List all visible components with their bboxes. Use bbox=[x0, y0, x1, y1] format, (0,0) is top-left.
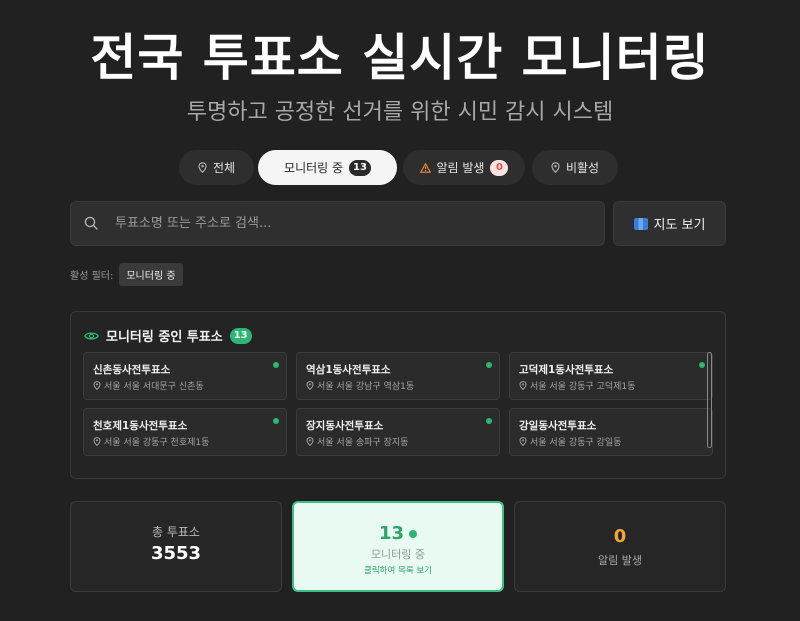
station-address-row: 서울 서울 강동구 강일동 bbox=[519, 435, 621, 448]
stat-label: 알림 발생 bbox=[598, 554, 642, 567]
station-address-row: 서울 서울 강남구 역삼1동 bbox=[306, 379, 414, 392]
status-dot bbox=[486, 362, 492, 368]
map-view-button[interactable]: 지도 보기 bbox=[613, 201, 726, 246]
status-dot bbox=[273, 362, 279, 368]
alerts-stat: 0 알림 발생 bbox=[514, 501, 726, 592]
station-address: 서울 서울 송파구 장지동 bbox=[317, 438, 409, 448]
station-card[interactable]: 장지동사전투표소 서울 서울 송파구 장지동 bbox=[296, 408, 500, 456]
pin-icon bbox=[198, 162, 207, 173]
pin-icon bbox=[93, 381, 101, 390]
tab-monitoring[interactable]: 모니터링 중 13 bbox=[258, 150, 397, 185]
page-subtitle: 투명하고 공정한 선거를 위한 시민 감시 시스템 bbox=[186, 100, 614, 125]
station-address: 서울 서울 강동구 고덕제1동 bbox=[530, 382, 636, 392]
tab-alerts[interactable]: 알림 발생 0 bbox=[403, 150, 525, 185]
station-address-row: 서울 서울 강동구 고덕제1동 bbox=[519, 379, 635, 392]
tab-all[interactable]: 전체 bbox=[179, 150, 254, 185]
eye-icon bbox=[84, 332, 99, 339]
stat-value-row: 13 bbox=[294, 523, 502, 544]
active-filters-label: 활성 필터: bbox=[70, 271, 114, 282]
filter-chip[interactable]: 모니터링 중 bbox=[119, 263, 183, 286]
total-stations-stat: 총 투표소 3553 bbox=[70, 501, 282, 592]
map-view-label: 지도 보기 bbox=[653, 218, 706, 233]
status-tabs: 전체 모니터링 중 13 알림 발생 0 비활성 bbox=[0, 150, 800, 185]
panel-title: 모니터링 중인 투표소 bbox=[106, 330, 223, 345]
panel-header: 모니터링 중인 투표소 13 bbox=[84, 326, 252, 345]
station-card[interactable]: 신촌동사전투표소 서울 서울 서대문구 신촌동 bbox=[83, 352, 287, 400]
active-filters: 활성 필터: 모니터링 중 bbox=[70, 263, 183, 286]
search-input[interactable] bbox=[115, 202, 595, 245]
search-icon bbox=[84, 216, 98, 230]
station-card[interactable]: 강일동사전투표소 서울 서울 강동구 강일동 bbox=[509, 408, 713, 456]
stat-value: 0 bbox=[613, 526, 627, 547]
station-card[interactable]: 고덕제1동사전투표소 서울 서울 강동구 고덕제1동 bbox=[509, 352, 713, 400]
stat-hint: 클릭하여 목록 보기 bbox=[364, 566, 432, 576]
map-icon bbox=[633, 217, 648, 230]
stat-value: 13 bbox=[378, 523, 405, 544]
pin-icon bbox=[519, 381, 527, 390]
count-badge: 13 bbox=[229, 327, 252, 344]
station-name: 강일동사전투표소 bbox=[519, 420, 597, 432]
station-list: 신촌동사전투표소 서울 서울 서대문구 신촌동 역삼1동사전투표소 서울 서울 … bbox=[83, 352, 715, 470]
station-name: 신촌동사전투표소 bbox=[93, 364, 171, 376]
tab-label: 모니터링 중 bbox=[284, 161, 344, 175]
station-address-row: 서울 서울 강동구 천호제1동 bbox=[93, 435, 209, 448]
pin-icon bbox=[551, 162, 560, 173]
stat-label: 모니터링 중 bbox=[370, 548, 426, 561]
station-address-row: 서울 서울 서대문구 신촌동 bbox=[93, 379, 204, 392]
pin-icon bbox=[93, 437, 101, 446]
station-address: 서울 서울 강동구 강일동 bbox=[530, 438, 622, 448]
status-dot bbox=[699, 362, 705, 368]
tab-label: 전체 bbox=[212, 161, 236, 175]
station-name: 역삼1동사전투표소 bbox=[306, 364, 391, 376]
warning-icon bbox=[419, 162, 431, 173]
station-name: 고덕제1동사전투표소 bbox=[519, 364, 614, 376]
count-badge: 0 bbox=[490, 159, 509, 176]
tab-inactive[interactable]: 비활성 bbox=[532, 150, 618, 185]
station-address-row: 서울 서울 송파구 장지동 bbox=[306, 435, 408, 448]
station-address: 서울 서울 강동구 천호제1동 bbox=[104, 438, 210, 448]
pin-icon bbox=[519, 437, 527, 446]
pin-icon bbox=[306, 437, 314, 446]
stat-value: 3553 bbox=[150, 543, 202, 564]
station-address: 서울 서울 강남구 역삼1동 bbox=[317, 382, 415, 392]
page-title: 전국 투표소 실시간 모니터링 bbox=[90, 29, 710, 87]
status-dot bbox=[486, 418, 492, 424]
count-badge: 13 bbox=[349, 159, 371, 176]
live-dot bbox=[409, 530, 418, 538]
station-card[interactable]: 천호제1동사전투표소 서울 서울 강동구 천호제1동 bbox=[83, 408, 287, 456]
station-name: 천호제1동사전투표소 bbox=[93, 420, 188, 432]
station-name: 장지동사전투표소 bbox=[306, 420, 384, 432]
search-box bbox=[70, 201, 605, 246]
tab-label: 비활성 bbox=[565, 161, 600, 175]
scrollbar[interactable] bbox=[707, 352, 712, 448]
pin-icon bbox=[306, 381, 314, 390]
status-dot bbox=[273, 418, 279, 424]
monitoring-stations-panel: 모니터링 중인 투표소 13 신촌동사전투표소 서울 서울 서대문구 신촌동 역… bbox=[70, 311, 726, 479]
stat-label: 총 투표소 bbox=[152, 525, 200, 539]
monitoring-stat-card[interactable]: 13 모니터링 중 클릭하여 목록 보기 bbox=[292, 501, 504, 592]
station-card[interactable]: 역삼1동사전투표소 서울 서울 강남구 역삼1동 bbox=[296, 352, 500, 400]
station-address: 서울 서울 서대문구 신촌동 bbox=[104, 382, 204, 392]
tab-label: 알림 발생 bbox=[436, 161, 485, 175]
